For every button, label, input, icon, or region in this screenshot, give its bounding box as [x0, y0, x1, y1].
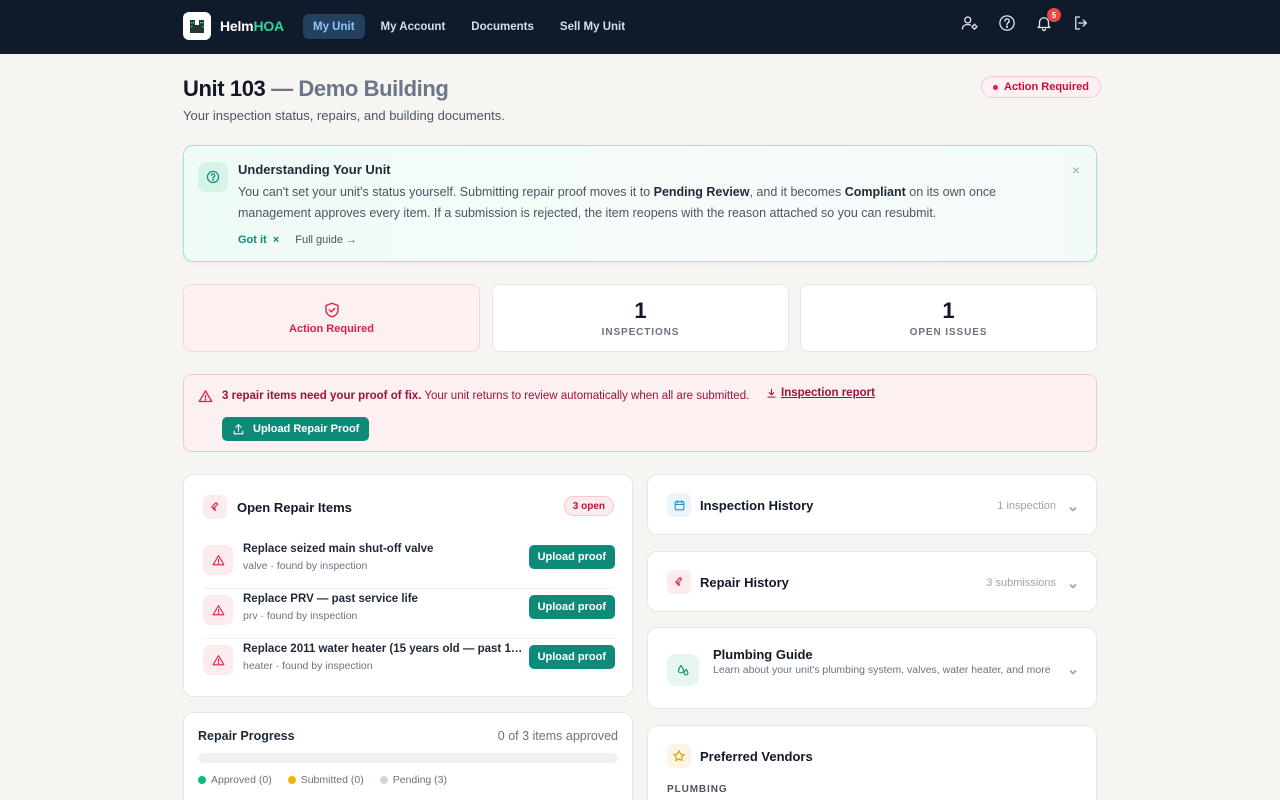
- status-badge: Action Required: [981, 76, 1101, 98]
- wrench-icon: [667, 570, 691, 594]
- chevron-down-icon[interactable]: [1068, 501, 1078, 512]
- legend-submitted: Submitted (0): [287, 774, 364, 786]
- inspections-count: 1: [634, 297, 647, 323]
- repair-item-title: Replace PRV — past service life: [243, 593, 418, 605]
- unit-name: Unit 103: [183, 76, 266, 101]
- repair-item-subtitle: valve · found by inspection: [243, 560, 368, 572]
- repair-item: Replace PRV — past service life prv · fo…: [203, 589, 615, 639]
- repair-progress-card: Repair Progress 0 of 3 items approved Ap…: [183, 712, 633, 800]
- warning-triangle-icon: [203, 645, 233, 675]
- preferred-vendors-title: Preferred Vendors: [700, 749, 813, 764]
- plumbing-guide-card[interactable]: Plumbing Guide Learn about your unit's p…: [647, 627, 1097, 709]
- progress-title: Repair Progress: [198, 729, 295, 743]
- banner-close-icon[interactable]: ×: [1072, 162, 1080, 178]
- repair-history-meta: 3 submissions: [986, 577, 1056, 589]
- download-icon: [767, 388, 776, 398]
- repair-item: Replace seized main shut-off valve valve…: [203, 539, 615, 589]
- brand[interactable]: HelmHOA: [183, 12, 284, 40]
- full-guide-link[interactable]: Full guide →: [295, 234, 357, 246]
- inspection-history-title: Inspection History: [700, 498, 814, 513]
- progress-count: 0 of 3 items approved: [497, 729, 618, 743]
- repair-history-card[interactable]: Repair History 3 submissions: [647, 551, 1097, 612]
- preferred-vendors-card: Preferred Vendors PLUMBING: [647, 725, 1097, 800]
- open-issues-count: 1: [942, 297, 955, 323]
- inspections-stat-card: 1 INSPECTIONS: [492, 284, 789, 352]
- open-repair-items-card: Open Repair Items 3 open Replace seized …: [183, 474, 633, 697]
- star-icon: [667, 744, 691, 768]
- question-circle-icon: [198, 162, 228, 192]
- shield-check-icon: [324, 302, 339, 318]
- alert-message: 3 repair items need your proof of fix. Y…: [222, 390, 750, 402]
- notifications-bell-icon[interactable]: 5: [1035, 8, 1061, 32]
- inspection-history-meta: 1 inspection: [997, 500, 1056, 512]
- warning-triangle-icon: [203, 595, 233, 625]
- nav-my-account[interactable]: My Account: [371, 14, 456, 39]
- wrench-icon: [203, 495, 227, 519]
- upload-repair-proof-button[interactable]: Upload Repair Proof: [222, 417, 370, 441]
- repairs-header: Open Repair Items: [203, 495, 352, 519]
- repair-item-subtitle: heater · found by inspection: [243, 660, 373, 672]
- nav-my-unit[interactable]: My Unit: [303, 14, 365, 39]
- user-settings-icon[interactable]: [961, 14, 979, 32]
- inspection-history-card[interactable]: Inspection History 1 inspection: [647, 474, 1097, 535]
- upload-proof-button[interactable]: Upload proof: [528, 645, 615, 669]
- inspections-label: INSPECTIONS: [601, 326, 680, 338]
- got-it-button[interactable]: Got it ×: [238, 234, 279, 246]
- page-title: Unit 103 — Demo Building: [183, 76, 449, 102]
- progress-bar: [198, 753, 618, 763]
- logout-icon[interactable]: [1072, 14, 1090, 32]
- top-icon-group: 5: [961, 8, 1090, 32]
- brand-name: HelmHOA: [220, 18, 284, 34]
- upload-proof-button[interactable]: Upload proof: [528, 595, 615, 619]
- page-subtitle: Your inspection status, repairs, and bui…: [183, 108, 505, 123]
- chevron-down-icon[interactable]: [1068, 578, 1078, 589]
- notification-count-badge: 5: [1047, 8, 1061, 22]
- banner-body: You can't set your unit's status yoursel…: [238, 185, 997, 220]
- banner-title: Understanding Your Unit: [238, 162, 391, 177]
- main-nav: My Unit My Account Documents Sell My Uni…: [303, 14, 635, 39]
- status-dot-icon: [993, 84, 998, 90]
- repair-proof-alert: 3 repair items need your proof of fix. Y…: [183, 374, 1097, 452]
- plumbing-guide-title: Plumbing Guide: [713, 647, 813, 662]
- upload-icon: [233, 423, 244, 434]
- legend-pending: Pending (3): [379, 774, 447, 786]
- building-name: — Demo Building: [271, 76, 449, 101]
- status-stat-card: Action Required: [183, 284, 480, 352]
- top-nav-bar: HelmHOA My Unit My Account Documents Sel…: [0, 0, 1280, 54]
- inspection-report-link[interactable]: Inspection report: [766, 387, 875, 399]
- open-issues-label: OPEN ISSUES: [909, 326, 988, 338]
- open-count-badge: 3 open: [563, 496, 614, 516]
- repair-history-title: Repair History: [700, 575, 789, 590]
- chevron-down-icon[interactable]: [1068, 664, 1078, 675]
- understanding-unit-banner: Understanding Your Unit You can't set yo…: [183, 145, 1097, 262]
- status-badge-label: Action Required: [1004, 81, 1089, 93]
- banner-actions: Got it × Full guide →: [238, 234, 357, 246]
- help-icon[interactable]: [998, 14, 1016, 32]
- status-stat-label: Action Required: [289, 323, 374, 335]
- repairs-title: Open Repair Items: [237, 499, 352, 515]
- legend-approved: Approved (0): [198, 774, 272, 786]
- repair-item: Replace 2011 water heater (15 years old …: [203, 639, 615, 689]
- upload-proof-button[interactable]: Upload proof: [528, 545, 615, 569]
- plumbing-guide-subtitle: Learn about your unit's plumbing system,…: [713, 664, 1051, 676]
- warning-triangle-icon: [198, 390, 213, 403]
- repair-item-title: Replace seized main shut-off valve: [243, 543, 434, 555]
- vendor-category-label: PLUMBING: [667, 784, 728, 795]
- calendar-icon: [667, 493, 691, 517]
- nav-documents[interactable]: Documents: [461, 14, 544, 39]
- progress-legend: Approved (0) Submitted (0) Pending (3): [198, 774, 447, 786]
- repair-item-subtitle: prv · found by inspection: [243, 610, 358, 622]
- warning-triangle-icon: [203, 545, 233, 575]
- nav-sell-my-unit[interactable]: Sell My Unit: [550, 14, 635, 39]
- repair-item-title: Replace 2011 water heater (15 years old …: [243, 643, 523, 655]
- helmhoa-logo-icon: [183, 12, 211, 40]
- water-drops-icon: [667, 654, 699, 686]
- open-issues-stat-card: 1 OPEN ISSUES: [800, 284, 1097, 352]
